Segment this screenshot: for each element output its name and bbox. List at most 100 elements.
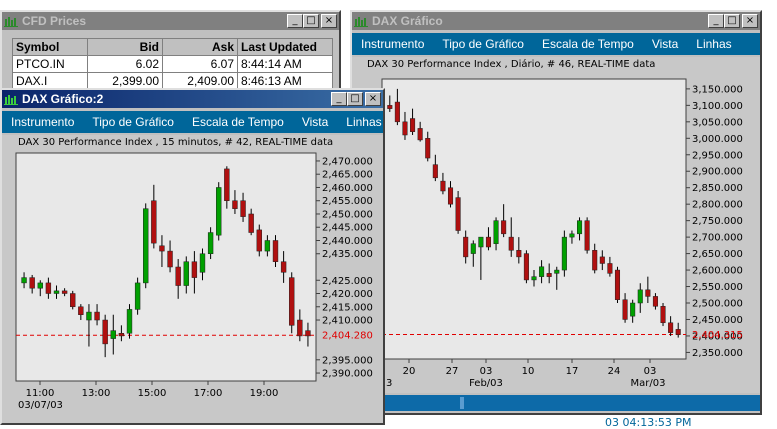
- candle-up: [21, 277, 27, 284]
- bid-cell[interactable]: 2,399.00: [87, 72, 163, 90]
- menu-instrumento[interactable]: Instrumento: [352, 37, 433, 51]
- y-tick-label: 2,650.000: [692, 249, 743, 260]
- symbol-cell[interactable]: DAX.I: [12, 72, 88, 90]
- minimize-button[interactable]: _: [708, 14, 724, 28]
- maximize-button[interactable]: □: [347, 92, 363, 106]
- x-sub-label: Feb/03: [469, 378, 503, 389]
- menu-escala-de-tempo[interactable]: Escala de Tempo: [533, 37, 643, 51]
- candle-up: [126, 309, 133, 334]
- cfd-titlebar[interactable]: CFD Prices _ □ ×: [2, 12, 339, 30]
- chart-app-icon: [4, 15, 18, 27]
- y-tick-label: 2,455.000: [322, 196, 373, 207]
- candle-down: [94, 311, 100, 321]
- close-button[interactable]: ×: [742, 14, 758, 28]
- y-tick-label: 2,420.000: [322, 289, 373, 300]
- candle-up: [637, 289, 643, 304]
- candle-up: [569, 233, 575, 238]
- menu-vista[interactable]: Vista: [293, 115, 337, 129]
- candle-down: [584, 220, 590, 251]
- candle-down: [501, 220, 507, 235]
- column-header-last-updated[interactable]: Last Updated: [237, 38, 333, 56]
- close-button[interactable]: ×: [321, 14, 337, 28]
- horizontal-scrollbar[interactable]: [352, 395, 760, 411]
- daily-menubar: Instrumento Tipo de Gráfico Escala de Te…: [352, 33, 760, 55]
- maximize-button[interactable]: □: [724, 14, 740, 28]
- candle-up: [216, 187, 222, 236]
- menu-tipo-de-grafico[interactable]: Tipo de Gráfico: [83, 115, 183, 129]
- candle-down: [675, 329, 681, 335]
- current-price-label: 2,404.280: [322, 331, 373, 342]
- menu-instrumento[interactable]: Instrumento: [2, 115, 83, 129]
- menu-tipo-de-grafico[interactable]: Tipo de Gráfico: [433, 37, 533, 51]
- candle-down: [592, 250, 598, 271]
- table-row[interactable]: DAX.I 2,399.00 2,409.00 8:46:13 AM: [12, 72, 333, 90]
- candle-down: [61, 290, 68, 294]
- menu-linhas[interactable]: Linhas: [687, 37, 740, 51]
- candle-down: [167, 250, 173, 268]
- candle-up: [493, 220, 499, 244]
- close-button[interactable]: ×: [365, 92, 381, 106]
- minimize-button[interactable]: _: [287, 14, 303, 28]
- candle-up: [207, 232, 214, 254]
- y-tick-label: 2,800.000: [692, 200, 743, 211]
- x-tick-label: 17:00: [194, 388, 223, 399]
- column-header-ask[interactable]: Ask: [162, 38, 238, 56]
- x-tick-label: 20: [403, 366, 416, 377]
- candle-up: [183, 261, 189, 286]
- candle-up: [143, 208, 149, 284]
- last-updated-cell[interactable]: 8:46:13 AM: [237, 72, 333, 90]
- daily-titlebar[interactable]: DAX Gráfico _ □ ×: [352, 12, 760, 30]
- column-header-bid[interactable]: Bid: [87, 38, 163, 56]
- menu-vista[interactable]: Vista: [643, 37, 687, 51]
- minimize-button[interactable]: _: [331, 92, 347, 106]
- candle-up: [37, 282, 43, 289]
- column-header-symbol[interactable]: Symbol: [12, 38, 88, 56]
- intraday-titlebar[interactable]: DAX Gráfico:2 _ □ ×: [2, 90, 383, 108]
- candle-down: [652, 296, 658, 307]
- x-tick-label: 03: [480, 366, 493, 377]
- candle-up: [470, 243, 476, 254]
- y-tick-label: 2,950.000: [692, 150, 743, 161]
- symbol-cell[interactable]: PTCO.IN: [12, 55, 88, 73]
- maximize-button[interactable]: □: [303, 14, 319, 28]
- y-tick-label: 2,700.000: [692, 233, 743, 244]
- chart-app-icon: [354, 15, 368, 27]
- status-timestamp: 03 04:13:53 PM: [605, 416, 692, 429]
- daily-candlestick-chart[interactable]: 3,150.000 3,100.000 3,050.000 3,000.000 2,95…: [352, 57, 760, 393]
- dax-daily-chart-window: DAX Gráfico _ □ × Instrumento Tipo de Gr…: [350, 10, 762, 415]
- plot-area: [15, 152, 317, 382]
- intraday-candlestick-chart[interactable]: 2,470.000 2,465.000 2,460.000 2,455.000 2,45…: [2, 135, 383, 423]
- candle-down: [191, 261, 198, 278]
- candle-down: [432, 164, 438, 179]
- cfd-prices-window: CFD Prices _ □ × Symbol Bid Ask Last Upd…: [0, 10, 341, 92]
- chart-app-icon: [4, 93, 18, 105]
- ask-cell[interactable]: 2,409.00: [162, 72, 238, 90]
- candle-up: [554, 269, 560, 274]
- table-row[interactable]: PTCO.IN 6.02 6.07 8:44:14 AM: [12, 55, 333, 73]
- ask-cell[interactable]: 6.07: [162, 55, 238, 73]
- candle-down: [668, 322, 674, 333]
- x-tick-label: 17: [566, 366, 579, 377]
- candle-up: [531, 276, 537, 281]
- window-title: CFD Prices: [22, 14, 87, 28]
- last-updated-cell[interactable]: 8:44:14 AM: [237, 55, 333, 73]
- y-tick-label: 2,550.000: [692, 282, 743, 293]
- bid-cell[interactable]: 6.02: [87, 55, 163, 73]
- candle-down: [447, 187, 454, 205]
- scrollbar-thumb[interactable]: [460, 397, 464, 409]
- menu-escala-de-tempo[interactable]: Escala de Tempo: [183, 115, 293, 129]
- y-tick-label: 2,460.000: [322, 183, 373, 194]
- candle-up: [264, 240, 271, 252]
- candle-down: [425, 138, 431, 159]
- y-tick-label: 2,435.000: [322, 249, 373, 260]
- candle-down: [660, 306, 666, 324]
- y-tick-label: 2,465.000: [322, 170, 373, 181]
- current-price-label: 2,404.315: [692, 330, 743, 341]
- x-sub-label: 3: [386, 378, 392, 389]
- candle-down: [440, 180, 446, 192]
- candle-down: [607, 263, 613, 274]
- x-tick-label: 13:00: [82, 388, 111, 399]
- daily-chart-panel: DAX 30 Performance Index , Diário, # 46,…: [352, 57, 760, 393]
- candle-down: [256, 229, 262, 252]
- menu-linhas[interactable]: Linhas: [337, 115, 390, 129]
